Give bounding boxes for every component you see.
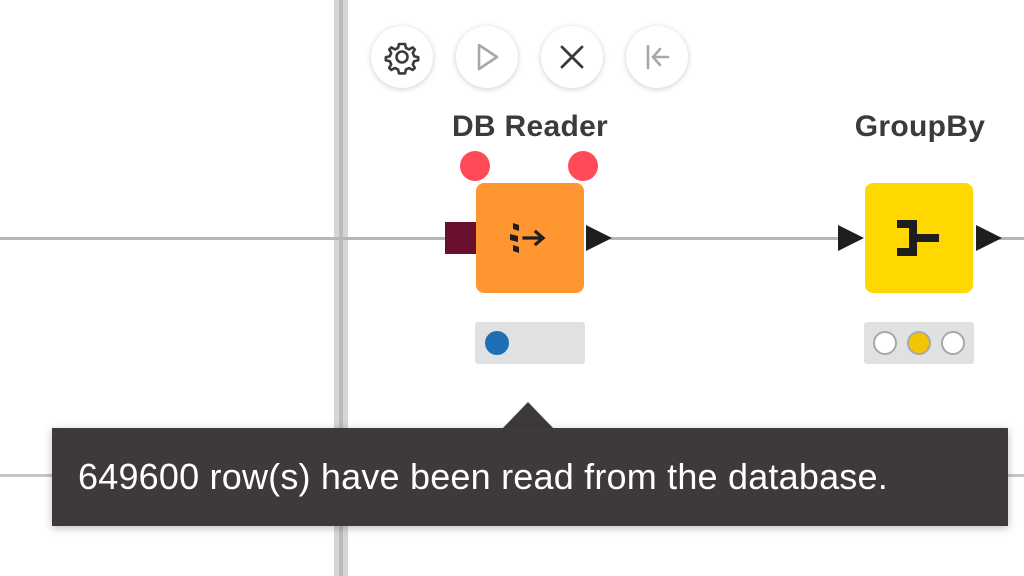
reset-button[interactable] [626,26,688,88]
db-reader-warning-port-left[interactable] [460,151,490,181]
incoming-connection-line [0,237,446,240]
groupby-node[interactable] [865,183,973,293]
groupby-status-indicator [864,322,974,364]
db-reader-warning-port-right[interactable] [568,151,598,181]
db-reader-input-db-port[interactable] [445,222,477,254]
status-light-yellow-on [907,331,931,355]
status-light-red-off [873,331,897,355]
configure-button[interactable] [371,26,433,88]
status-light-green-off [941,331,965,355]
status-light-executed [485,331,509,355]
play-icon [477,43,499,71]
node-message-tooltip: 649600 row(s) have been read from the da… [52,428,1008,526]
groupby-input-port[interactable] [836,223,866,253]
db-reader-icon [510,223,546,253]
connection-dbreader-to-groupby[interactable] [610,237,840,240]
gear-icon [384,42,420,75]
execute-button[interactable] [456,26,518,88]
node-label-db-reader[interactable]: DB Reader [430,110,630,144]
db-reader-output-port[interactable] [584,223,614,253]
db-reader-node[interactable] [476,183,584,293]
groupby-icon [897,220,939,256]
reset-icon [646,44,670,70]
tooltip-text: 649600 row(s) have been read from the da… [78,456,888,497]
db-reader-status-indicator [475,322,585,364]
cancel-button[interactable] [541,26,603,88]
tooltip-arrow [502,402,554,429]
close-icon [560,45,584,69]
workflow-canvas[interactable]: DB Reader GroupBy 649600 row(s) have bee… [0,0,1024,576]
node-label-groupby[interactable]: GroupBy [820,110,1020,144]
groupby-output-port[interactable] [974,223,1004,253]
